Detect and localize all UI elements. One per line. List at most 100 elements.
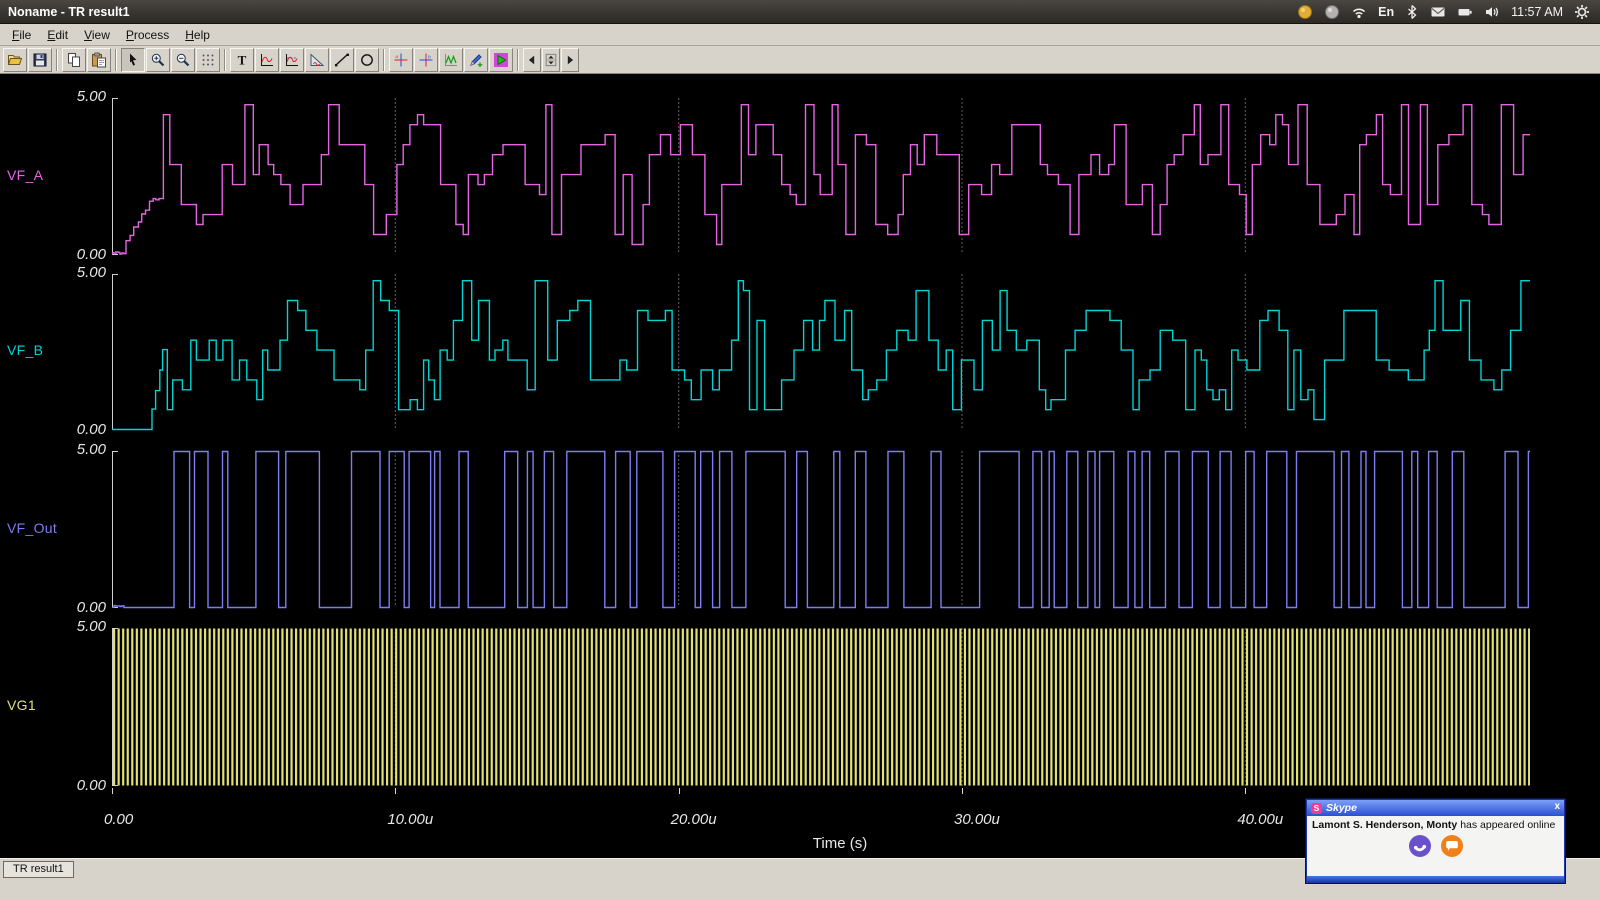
text-tool-icon: T [234, 52, 250, 68]
y-axis-min-label: 0.00 [40, 421, 106, 438]
x-axis-tickmark [395, 788, 396, 794]
waveform-viewer: Time (s) VF_A5.000.00VF_B5.000.00VF_Out5… [0, 74, 1600, 858]
waveform-vf_b [112, 273, 1530, 431]
wifi-icon[interactable] [1351, 4, 1367, 20]
x-axis-tick-label: 30.00u [954, 811, 1000, 828]
cursor-arrow-icon [125, 52, 141, 68]
skype-titlebar[interactable]: S Skype x [1307, 800, 1564, 816]
select-tool-button[interactable] [121, 48, 145, 72]
indicator-orb-gray-icon[interactable] [1324, 4, 1340, 20]
toolbar-separator [517, 49, 519, 71]
mail-icon[interactable] [1430, 4, 1446, 20]
svg-text:T: T [238, 52, 247, 67]
copy-icon [66, 52, 82, 68]
x-axis-label: Time (s) [740, 835, 940, 852]
zoom-out-button[interactable] [171, 48, 195, 72]
zoom-in-icon [150, 52, 166, 68]
menu-help[interactable]: Help [177, 26, 218, 44]
text-tool-button[interactable]: T [230, 48, 254, 72]
skype-message: Lamont S. Henderson, Monty has appeared … [1307, 816, 1564, 832]
toolbar-separator [224, 49, 226, 71]
run-simulation-button[interactable] [489, 48, 513, 72]
save-button[interactable] [28, 48, 52, 72]
clock[interactable]: 11:57 AM [1511, 5, 1563, 19]
result-tab[interactable]: TR result1 [3, 861, 74, 878]
y-axis-max-label: 5.00 [40, 441, 106, 458]
waveform-measure-icon [284, 52, 300, 68]
svg-text:a: a [396, 54, 399, 60]
menu-file[interactable]: File [4, 26, 39, 44]
keyboard-layout-indicator[interactable]: En [1378, 5, 1394, 19]
marker-b-icon: b [418, 52, 434, 68]
zoom-out-icon [175, 52, 191, 68]
phone-icon [1411, 837, 1429, 855]
x-axis-tickmark [112, 788, 113, 794]
page-spinner[interactable] [542, 48, 560, 72]
floppy-icon [32, 52, 48, 68]
waveform-tool-button[interactable] [255, 48, 279, 72]
gear-icon[interactable] [1574, 4, 1590, 20]
add-signal-tool-button[interactable] [439, 48, 463, 72]
paste-icon [91, 52, 107, 68]
skype-notification: S Skype x Lamont S. Henderson, Monty has… [1306, 799, 1565, 883]
circle-tool-icon [359, 52, 375, 68]
y-axis-min-label: 0.00 [40, 246, 106, 263]
signal-label-vf_a: VF_A [7, 167, 43, 183]
grid-toggle-button[interactable] [196, 48, 220, 72]
waveform-vf_out [112, 450, 1530, 609]
x-axis-tickmark [679, 788, 680, 794]
marker-a-tool-button[interactable]: a [389, 48, 413, 72]
indicator-orb-yellow-icon[interactable] [1297, 4, 1313, 20]
pencil-add-icon [468, 52, 484, 68]
copy-button[interactable] [62, 48, 86, 72]
edit-signal-tool-button[interactable] [464, 48, 488, 72]
x-axis-tick-label: 0.00 [104, 811, 133, 828]
skype-close-icon[interactable]: x [1554, 801, 1560, 812]
paste-button[interactable] [87, 48, 111, 72]
green-waveform-icon [443, 52, 459, 68]
menu-view[interactable]: View [76, 26, 118, 44]
marker-a-icon: a [393, 52, 409, 68]
menu-process[interactable]: Process [118, 26, 177, 44]
x-axis-tick-label: 20.00u [671, 811, 717, 828]
open-button[interactable] [3, 48, 27, 72]
x-axis-tickmark [1245, 788, 1246, 794]
skype-contact-name: Lamont S. Henderson, Monty [1312, 819, 1457, 831]
skype-call-button[interactable] [1409, 835, 1431, 857]
arrow-left-icon [525, 52, 539, 68]
x-axis-tick-label: 40.00u [1237, 811, 1283, 828]
menu-edit[interactable]: Edit [39, 26, 76, 44]
spinner-up-down-icon [544, 52, 558, 68]
next-page-button[interactable] [561, 48, 579, 72]
skype-actions [1307, 835, 1564, 857]
signal-label-vf_out: VF_Out [7, 520, 57, 536]
volume-icon[interactable] [1484, 4, 1500, 20]
run-play-icon [493, 52, 509, 68]
grid-dots-icon [200, 52, 216, 68]
skype-chat-button[interactable] [1441, 835, 1463, 857]
system-tray: En 11:57 AM [1297, 4, 1600, 20]
waveform-measure-tool-button[interactable] [280, 48, 304, 72]
y-axis-max-label: 5.00 [40, 618, 106, 635]
menubar: File Edit View Process Help [0, 24, 1600, 46]
zoom-in-button[interactable] [146, 48, 170, 72]
svg-text:b: b [428, 54, 431, 60]
eye-diagram-tool-button[interactable] [305, 48, 329, 72]
skype-status-text: has appeared online [1460, 819, 1555, 831]
waveform-plot-icon [259, 52, 275, 68]
waveform-vf_a [112, 97, 1530, 256]
prev-page-button[interactable] [523, 48, 541, 72]
y-axis-min-label: 0.00 [40, 777, 106, 794]
line-tool-button[interactable] [330, 48, 354, 72]
marker-b-tool-button[interactable]: b [414, 48, 438, 72]
x-axis-tick-label: 10.00u [387, 811, 433, 828]
toolbar-separator [56, 49, 58, 71]
skype-logo-icon: S [1311, 803, 1322, 814]
skype-footer-strip [1307, 876, 1564, 882]
bluetooth-icon[interactable] [1405, 4, 1419, 20]
circle-tool-button[interactable] [355, 48, 379, 72]
y-axis-min-label: 0.00 [40, 599, 106, 616]
battery-icon[interactable] [1457, 4, 1473, 20]
y-axis-max-label: 5.00 [40, 264, 106, 281]
toolbar: T a [0, 46, 1600, 74]
